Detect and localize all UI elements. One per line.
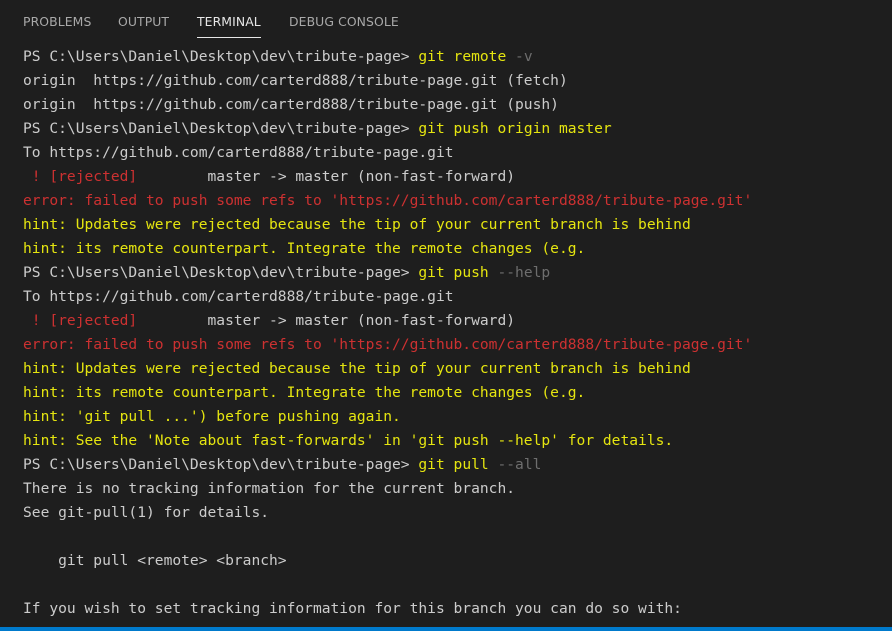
command-name: git <box>418 456 445 473</box>
command-name: git <box>418 120 445 137</box>
terminal-rejected-line: ! [rejected] master -> master (non-fast-… <box>23 165 883 189</box>
terminal-output-line: There is no tracking information for the… <box>23 477 883 501</box>
hint-text: hint: 'git pull ...') before pushing aga… <box>23 408 401 425</box>
output-text: There is no tracking information for the… <box>23 480 516 497</box>
tab-label: DEBUG CONSOLE <box>289 14 399 29</box>
terminal-output-line: See git-pull(1) for details. <box>23 501 883 525</box>
terminal-hint-line: hint: Updates were rejected because the … <box>23 213 883 237</box>
hint-text: hint: its remote counterpart. Integrate … <box>23 240 586 257</box>
terminal-output-line: To https://github.com/carterd888/tribute… <box>23 285 883 309</box>
terminal-output-line: To https://github.com/carterd888/tribute… <box>23 141 883 165</box>
hint-text: hint: Updates were rejected because the … <box>23 360 691 377</box>
terminal-prompt-line: PS C:\Users\Daniel\Desktop\dev\tribute-p… <box>23 261 883 285</box>
prompt-path: PS C:\Users\Daniel\Desktop\dev\tribute-p… <box>23 48 419 65</box>
prompt-path: PS C:\Users\Daniel\Desktop\dev\tribute-p… <box>23 264 419 281</box>
terminal-hint-line: hint: See the 'Note about fast-forwards'… <box>23 429 883 453</box>
command-flag: --help <box>497 264 551 281</box>
tab-label: OUTPUT <box>118 14 170 29</box>
output-text: To https://github.com/carterd888/tribute… <box>23 288 454 305</box>
tab-problems[interactable]: PROBLEMS <box>23 0 91 40</box>
hint-text: hint: its remote counterpart. Integrate … <box>23 384 586 401</box>
tab-label: PROBLEMS <box>23 14 92 29</box>
rejected-marker: ! [rejected] <box>23 168 138 185</box>
terminal-hint-line: hint: its remote counterpart. Integrate … <box>23 237 883 261</box>
command-args: push <box>444 264 498 281</box>
terminal-output-line: If you wish to set tracking information … <box>23 597 883 621</box>
terminal-output-line: origin https://github.com/carterd888/tri… <box>23 69 883 93</box>
command-args: remote <box>444 48 516 65</box>
command-name: git <box>418 264 445 281</box>
command-args: push origin master <box>444 120 612 137</box>
prompt-path: PS C:\Users\Daniel\Desktop\dev\tribute-p… <box>23 120 419 137</box>
command-flag: --all <box>497 456 542 473</box>
terminal-hint-line: hint: 'git pull ...') before pushing aga… <box>23 405 883 429</box>
tab-label: TERMINAL <box>197 14 261 29</box>
terminal-output[interactable]: PS C:\Users\Daniel\Desktop\dev\tribute-p… <box>23 45 883 625</box>
prompt-path: PS C:\Users\Daniel\Desktop\dev\tribute-p… <box>23 456 419 473</box>
terminal-prompt-line: PS C:\Users\Daniel\Desktop\dev\tribute-p… <box>23 117 883 141</box>
output-text: To https://github.com/carterd888/tribute… <box>23 144 454 161</box>
tab-terminal[interactable]: TERMINAL <box>197 0 261 40</box>
tab-output[interactable]: OUTPUT <box>118 0 169 40</box>
terminal-prompt-line: PS C:\Users\Daniel\Desktop\dev\tribute-p… <box>23 45 883 69</box>
rejected-detail: master -> master (non-fast-forward) <box>137 168 516 185</box>
output-text: git pull <remote> <branch> <box>23 552 287 569</box>
output-text: If you wish to set tracking information … <box>23 600 682 617</box>
terminal-rejected-line: ! [rejected] master -> master (non-fast-… <box>23 309 883 333</box>
hint-text: hint: See the 'Note about fast-forwards'… <box>23 432 674 449</box>
output-text: origin https://github.com/carterd888/tri… <box>23 72 568 89</box>
output-text: origin https://github.com/carterd888/tri… <box>23 96 559 113</box>
command-flag: -v <box>515 48 533 65</box>
terminal-hint-line: hint: Updates were rejected because the … <box>23 357 883 381</box>
command-args: pull <box>444 456 498 473</box>
status-bar <box>0 627 892 631</box>
terminal-hint-line: hint: its remote counterpart. Integrate … <box>23 381 883 405</box>
rejected-detail: master -> master (non-fast-forward) <box>137 312 516 329</box>
terminal-output-line: git pull <remote> <branch> <box>23 549 883 573</box>
terminal-error-line: error: failed to push some refs to 'http… <box>23 333 883 357</box>
hint-text: hint: Updates were rejected because the … <box>23 216 691 233</box>
terminal-prompt-line: PS C:\Users\Daniel\Desktop\dev\tribute-p… <box>23 453 883 477</box>
output-text: See git-pull(1) for details. <box>23 504 270 521</box>
error-text: error: failed to push some refs to 'http… <box>23 192 753 209</box>
command-name: git <box>418 48 445 65</box>
terminal-output-line: origin https://github.com/carterd888/tri… <box>23 93 883 117</box>
panel-tab-bar: PROBLEMS OUTPUT TERMINAL DEBUG CONSOLE <box>0 0 892 40</box>
tab-debug-console[interactable]: DEBUG CONSOLE <box>289 0 399 40</box>
error-text: error: failed to push some refs to 'http… <box>23 336 753 353</box>
active-tab-indicator <box>197 37 261 38</box>
rejected-marker: ! [rejected] <box>23 312 138 329</box>
terminal-error-line: error: failed to push some refs to 'http… <box>23 189 883 213</box>
terminal-panel: PROBLEMS OUTPUT TERMINAL DEBUG CONSOLE P… <box>0 0 892 631</box>
